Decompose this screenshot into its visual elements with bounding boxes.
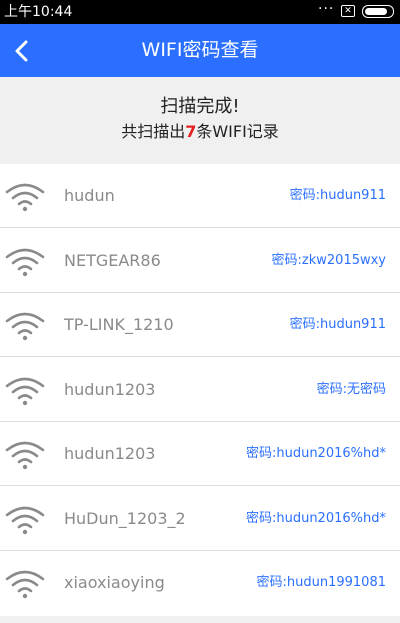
battery-fill: [365, 8, 387, 15]
list-item[interactable]: NETGEAR86 密码:zkw2015wxy: [0, 229, 400, 293]
battery-icon: [362, 5, 394, 18]
wifi-list: hudun 密码:hudun911 NETGEAR86 密码:zkw2015wxy TP…: [0, 164, 400, 616]
status-bar: 上午10:44 ··· ✕: [0, 0, 400, 24]
wifi-ssid: HuDun_1203_2: [64, 509, 186, 528]
scan-complete-text: 扫描完成!: [160, 96, 240, 117]
scan-summary: 扫描完成! 共扫描出7条WIFI记录: [0, 77, 400, 159]
list-item[interactable]: HuDun_1203_2 密码:hudun2016%hd*: [0, 487, 400, 551]
wifi-password: 密码:hudun911: [289, 188, 386, 203]
list-item[interactable]: hudun 密码:hudun911: [0, 164, 400, 228]
wifi-password: 密码:hudun2016%hd*: [245, 446, 386, 461]
app-bar: WIFI密码查看: [0, 24, 400, 77]
scan-count: 7: [185, 122, 197, 141]
wifi-icon: [5, 248, 45, 277]
wifi-icon: [5, 377, 45, 406]
wifi-ssid: hudun1203: [64, 380, 156, 399]
wifi-password: 密码:hudun911: [289, 317, 386, 332]
wifi-password: 密码:hudun2016%hd*: [245, 511, 386, 526]
list-item[interactable]: hudun1203 密码:hudun2016%hd*: [0, 422, 400, 486]
wifi-icon: [5, 506, 45, 535]
chevron-left-icon: [15, 40, 28, 61]
wifi-icon: [5, 570, 45, 599]
scan-count-prefix: 共扫描出: [121, 122, 186, 141]
list-item[interactable]: TP-LINK_1210 密码:hudun911: [0, 293, 400, 357]
list-item[interactable]: xiaoxiaoying 密码:hudun1991081: [0, 551, 400, 615]
scan-count-text: 共扫描出7条WIFI记录: [0, 120, 400, 144]
wifi-password: 密码:无密码: [316, 382, 386, 397]
scan-count-suffix: 条WIFI记录: [196, 122, 279, 141]
wifi-ssid: NETGEAR86: [64, 251, 161, 270]
page-title: WIFI密码查看: [141, 39, 259, 61]
wifi-password: 密码:hudun1991081: [256, 575, 387, 590]
close-box-icon: ✕: [341, 5, 355, 17]
list-item[interactable]: hudun1203 密码:无密码: [0, 358, 400, 422]
wifi-ssid: TP-LINK_1210: [64, 315, 174, 334]
wifi-ssid: xiaoxiaoying: [64, 573, 165, 592]
wifi-icon: [5, 441, 45, 470]
more-dots-icon: ···: [318, 1, 335, 17]
wifi-password: 密码:zkw2015wxy: [271, 253, 386, 268]
wifi-icon: [5, 183, 45, 212]
wifi-ssid: hudun: [64, 186, 115, 205]
back-button[interactable]: [0, 24, 44, 77]
status-time: 上午10:44: [4, 4, 73, 20]
wifi-ssid: hudun1203: [64, 444, 156, 463]
wifi-icon: [5, 312, 45, 341]
